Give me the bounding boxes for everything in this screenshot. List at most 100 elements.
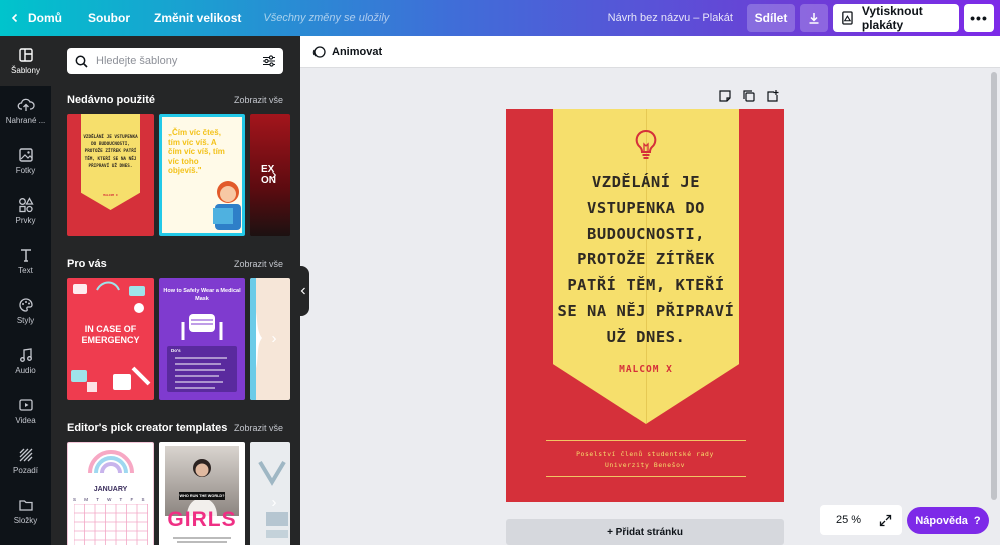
add-page-button[interactable]: + Přidat stránku [506, 519, 784, 545]
fullscreen-icon[interactable] [879, 514, 892, 527]
section-editors-pick: Editor's pick creator templates Zobrazit… [67, 422, 283, 434]
lightbulb-icon[interactable] [633, 128, 659, 162]
template-thumb-editor-1[interactable]: JANUARY S M T W T F S [67, 442, 154, 545]
print-poster-icon [842, 11, 853, 25]
quote-line: SE NA NĚJ PŘIPRAVÍ [557, 301, 735, 320]
quote-line: PROTOŽE ZÍTŘEK [577, 250, 715, 269]
thumb-tag: WHO RUN THE WORLD? [179, 492, 225, 500]
save-status: Všechny změny se uložily [263, 12, 390, 24]
help-label: Nápověda [915, 514, 968, 527]
see-all-link[interactable]: Zobrazit vše [234, 95, 283, 105]
add-page-button-top[interactable] [766, 89, 780, 103]
sidebar-item-label: Složky [13, 516, 38, 525]
side-nav: Šablony Nahrané ... Fotky Prvky Text Sty… [0, 36, 51, 545]
sidebar-item-templates[interactable]: Šablony [0, 36, 51, 86]
template-search[interactable] [67, 48, 283, 74]
print-posters-label: Vytisknout plakáty [861, 4, 923, 32]
poster-author[interactable]: MALCOM X [553, 364, 739, 375]
template-thumb-editor-2[interactable]: WHO RUN THE WORLD? GIRLS [159, 442, 245, 545]
help-button[interactable]: Nápověda ? [907, 507, 989, 534]
download-icon [809, 13, 819, 24]
filter-icon[interactable] [262, 54, 276, 68]
download-button[interactable] [800, 4, 828, 32]
home-label: Domů [28, 11, 62, 25]
photos-icon [18, 148, 33, 162]
sidebar-item-label: Nahrané ... [5, 116, 46, 125]
divider-top[interactable] [546, 440, 746, 441]
page-tools [708, 89, 780, 103]
template-thumb-foryou-1[interactable]: IN CASE OF EMERGENCY [67, 278, 154, 400]
quote-line: BUDOUCNOSTI, [587, 224, 705, 243]
scroll-right-arrow[interactable]: › [264, 164, 284, 184]
sidebar-item-text[interactable]: Text [0, 236, 51, 286]
zoom-control: 25 % [820, 505, 902, 535]
reading-girl-illustration [213, 181, 241, 230]
sidebar-item-videos[interactable]: Videa [0, 386, 51, 436]
chevron-left-icon [300, 287, 305, 295]
divider-bottom[interactable] [546, 476, 746, 477]
see-all-link[interactable]: Zobrazit vše [234, 423, 283, 433]
footer-line: Poselství členů studentské rady [576, 450, 714, 458]
thumb-text: IN CASE OF EMERGENCY [81, 324, 140, 345]
video-icon [18, 399, 33, 411]
scroll-right-arrow[interactable]: › [264, 328, 284, 348]
sidebar-item-styles[interactable]: Styly [0, 286, 51, 336]
vertical-scrollbar[interactable] [991, 72, 997, 500]
duplicate-page-button[interactable] [742, 89, 756, 103]
thumb-author: MALCOM X [103, 193, 118, 197]
section-title: Pro vás [67, 258, 107, 270]
thumb-text: How to Safely Wear a Medical Mask [163, 288, 241, 302]
topbar-actions: Návrh bez názvu – Plakát Sdílet Vytiskno… [608, 0, 1000, 36]
sidebar-item-photos[interactable]: Fotky [0, 136, 51, 186]
section-for-you: Pro vás Zobrazit vše [67, 258, 283, 270]
sidebar-item-background[interactable]: Pozadí [0, 436, 51, 486]
poster-footer[interactable]: Poselství členů studentské rady Univerzi… [536, 449, 754, 471]
more-options-button[interactable]: ••• [964, 4, 994, 32]
sidebar-item-label: Fotky [15, 166, 36, 175]
quote-line: VSTUPENKA DO [587, 198, 705, 217]
home-button[interactable]: Domů [0, 0, 72, 36]
sidebar-item-label: Pozadí [13, 466, 38, 475]
search-icon [75, 55, 88, 68]
search-input[interactable] [96, 55, 256, 67]
upload-icon [17, 98, 35, 111]
thumb-text: GIRLS [167, 508, 237, 531]
sidebar-item-elements[interactable]: Prvky [0, 186, 51, 236]
styles-icon [18, 298, 33, 312]
template-thumb-recent-2[interactable]: „Čím víc čteš, tím víc víš. A čím víc ví… [159, 114, 245, 236]
editor-toolbar: Animovat [300, 36, 1000, 68]
file-menu[interactable]: Soubor [72, 0, 140, 36]
collapse-panel-button[interactable] [297, 266, 309, 316]
poster-canvas[interactable]: VZDĚLÁNÍ JE VSTUPENKA DO BUDOUCNOSTI, PR… [506, 109, 784, 502]
calendar-grid [74, 504, 148, 545]
duplicate-icon [743, 90, 755, 102]
template-thumb-foryou-2[interactable]: How to Safely Wear a Medical Mask Do's [159, 278, 245, 400]
see-all-link[interactable]: Zobrazit vše [234, 259, 283, 269]
face-mask-illustration [181, 314, 223, 340]
text-icon [20, 249, 31, 262]
animate-button[interactable]: Animovat [332, 46, 382, 58]
section-recent: Nedávno použité Zobrazit vše [67, 94, 283, 106]
sidebar-item-uploads[interactable]: Nahrané ... [0, 86, 51, 136]
sidebar-item-folders[interactable]: Složky [0, 486, 51, 536]
resize-button[interactable]: Změnit velikost [140, 0, 251, 36]
caption-lines [173, 537, 231, 543]
top-toolbar: Domů Soubor Změnit velikost Všechny změn… [0, 0, 1000, 36]
quote-line: UŽ DNES. [606, 327, 686, 346]
rainbow-illustration [88, 450, 134, 474]
poster-quote[interactable]: VZDĚLÁNÍ JE VSTUPENKA DO BUDOUCNOSTI, PR… [553, 170, 739, 351]
section-title: Editor's pick creator templates [67, 422, 228, 434]
scroll-right-arrow[interactable]: › [264, 492, 284, 512]
template-thumb-recent-1[interactable]: VZDĚLÁNÍ JE VSTUPENKA DO BUDOUCNOSTI, PR… [67, 114, 154, 236]
sidebar-item-audio[interactable]: Audio [0, 336, 51, 386]
sidebar-item-label: Šablony [11, 66, 40, 75]
chevron-left-icon [11, 13, 18, 23]
quote-line: VZDĚLÁNÍ JE [591, 173, 701, 191]
zoom-level[interactable]: 25 % [836, 514, 861, 526]
print-posters-button[interactable]: Vytisknout plakáty [833, 4, 959, 32]
share-button[interactable]: Sdílet [747, 4, 795, 32]
thumb-text: „Čím víc čteš, tím víc víš. A čím víc ví… [168, 128, 225, 175]
page-note-button[interactable] [718, 89, 732, 103]
sidebar-item-label: Prvky [15, 216, 36, 225]
document-title[interactable]: Návrh bez názvu – Plakát [608, 12, 733, 24]
